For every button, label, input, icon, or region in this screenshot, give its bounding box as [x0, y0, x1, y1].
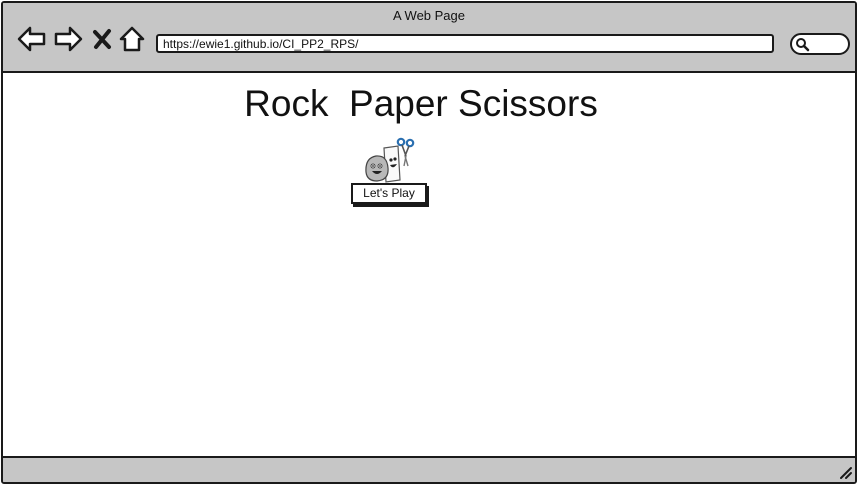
rock-paper-scissors-image	[362, 136, 418, 184]
search-field[interactable]	[790, 33, 850, 55]
home-icon[interactable]	[119, 25, 145, 53]
status-bar	[3, 456, 855, 482]
browser-toolbar: A Web Page https://ewie1.github.io/CI_PP…	[3, 3, 855, 73]
window-title: A Web Page	[392, 8, 466, 23]
page-title: Rock Paper Scissors	[244, 83, 598, 124]
browser-window: A Web Page https://ewie1.github.io/CI_PP…	[1, 1, 857, 484]
url-text: https://ewie1.github.io/CI_PP2_RPS/	[163, 37, 359, 51]
close-x-icon[interactable]	[91, 25, 113, 53]
search-icon	[796, 38, 810, 52]
back-arrow-icon[interactable]	[17, 25, 47, 53]
lets-play-button[interactable]: Let's Play	[351, 183, 427, 204]
forward-arrow-icon[interactable]	[53, 25, 83, 53]
resize-grip-icon[interactable]	[837, 464, 853, 480]
page-content: Rock Paper Scissors Let's Play	[3, 73, 855, 460]
address-bar[interactable]: https://ewie1.github.io/CI_PP2_RPS/	[156, 34, 774, 53]
